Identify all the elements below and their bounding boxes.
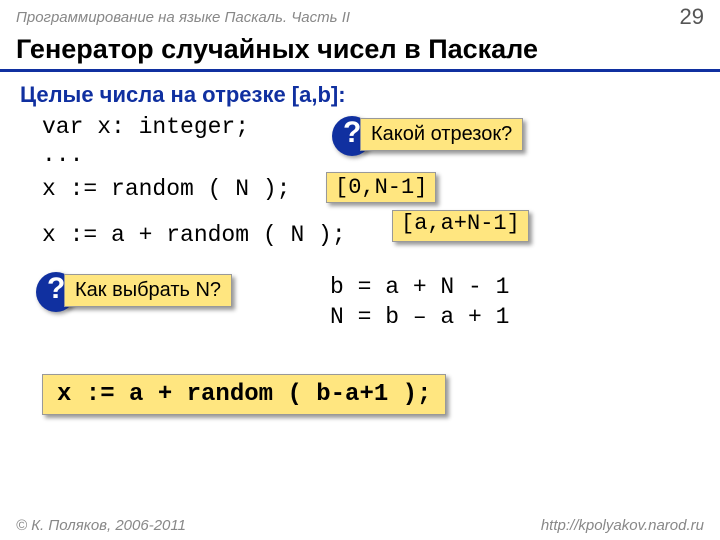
header: Программирование на языке Паскаль. Часть… — [0, 0, 720, 32]
code-line-3: x := random ( N ); — [42, 176, 290, 202]
callout-choose-n: Как выбрать N? — [64, 274, 232, 307]
subtitle: Целые числа на отрезке [a,b]: — [0, 80, 720, 114]
content-area: var x: integer; ... x := random ( N ); x… — [0, 114, 720, 494]
callout-range1: [0,N-1] — [326, 172, 436, 203]
math-line-1: b = a + N - 1 — [330, 274, 509, 300]
course-name: Программирование на языке Паскаль. Часть… — [16, 9, 350, 26]
code-line-4: x := a + random ( N ); — [42, 222, 346, 248]
footer-url: http://kpolyakov.narod.ru — [541, 517, 704, 534]
copyright: © К. Поляков, 2006-2011 — [16, 517, 186, 534]
code-line-2: ... — [42, 142, 83, 168]
footer: © К. Поляков, 2006-2011 http://kpolyakov… — [0, 517, 720, 534]
final-formula: x := a + random ( b-a+1 ); — [42, 374, 446, 415]
math-line-2: N = b – a + 1 — [330, 304, 509, 330]
page-title: Генератор случайных чисел в Паскале — [0, 32, 720, 72]
callout-range2: [a,a+N-1] — [392, 210, 529, 242]
code-line-1: var x: integer; — [42, 114, 249, 140]
page-number: 29 — [680, 4, 704, 30]
callout-which-range: Какой отрезок? — [360, 118, 523, 151]
